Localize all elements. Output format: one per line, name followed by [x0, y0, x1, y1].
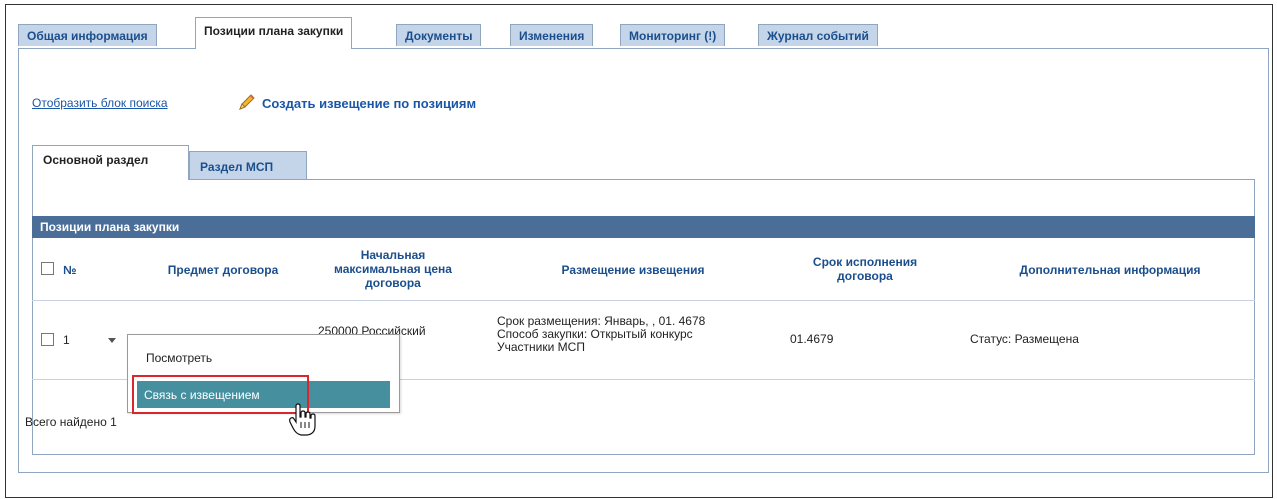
- row-number: 1: [63, 333, 70, 347]
- row-actions-chevron-down-icon[interactable]: [108, 338, 116, 343]
- header-divider: [32, 300, 1255, 301]
- tab-documents[interactable]: Документы: [396, 24, 482, 46]
- row-checkbox[interactable]: [41, 333, 54, 346]
- column-info: Дополнительная информация: [1019, 263, 1201, 277]
- table-title-bar: Позиции плана закупки: [32, 216, 1255, 238]
- create-notice-label: Создать извещение по позициям: [262, 95, 477, 111]
- subtab-main-section[interactable]: Основной раздел: [32, 145, 189, 180]
- select-all-checkbox[interactable]: [41, 262, 54, 275]
- hand-cursor-icon: [289, 403, 316, 436]
- menu-item-view[interactable]: Посмотреть: [146, 351, 212, 365]
- column-price-line1: Начальная: [360, 248, 426, 262]
- create-notice-button[interactable]: Создать извещение по позициям: [236, 93, 476, 113]
- sub-tabs: Основной раздел Раздел МСП: [32, 145, 1255, 180]
- row-term: 01.4679: [790, 332, 834, 346]
- column-placement: Размещение извещения: [561, 263, 705, 277]
- row-info: Статус: Размещена: [970, 332, 1079, 346]
- tab-plan-positions[interactable]: Позиции плана закупки: [195, 17, 353, 49]
- column-price: Начальная максимальная цена договора: [318, 248, 468, 290]
- column-price-line3: договора: [365, 276, 421, 290]
- column-term: Срок исполнения договора: [790, 255, 940, 283]
- tab-general-info[interactable]: Общая информация: [18, 24, 157, 46]
- total-found-label: Всего найдено 1: [25, 415, 117, 429]
- tab-changes[interactable]: Изменения: [510, 24, 594, 46]
- tab-event-log[interactable]: Журнал событий: [758, 24, 878, 46]
- row-placement-line3: Участники МСП: [497, 340, 585, 354]
- column-term-line2: договора: [837, 269, 893, 283]
- annotation-highlight-box: [132, 375, 309, 414]
- show-search-link[interactable]: Отобразить блок поиска: [32, 96, 168, 110]
- row-placement: Срок размещения: Январь, , 01. 4678 Спос…: [497, 315, 705, 354]
- tab-monitoring[interactable]: Мониторинг (!): [620, 24, 726, 46]
- column-term-line1: Срок исполнения: [812, 255, 918, 269]
- main-tabs: Общая информация Позиции плана закупки Д…: [18, 15, 1269, 49]
- subtab-msp-section[interactable]: Раздел МСП: [189, 151, 307, 179]
- column-number: №: [63, 263, 77, 277]
- pencil-icon: [239, 94, 255, 110]
- column-subject: Предмет договора: [167, 263, 279, 277]
- column-price-line2: максимальная цена: [334, 262, 452, 276]
